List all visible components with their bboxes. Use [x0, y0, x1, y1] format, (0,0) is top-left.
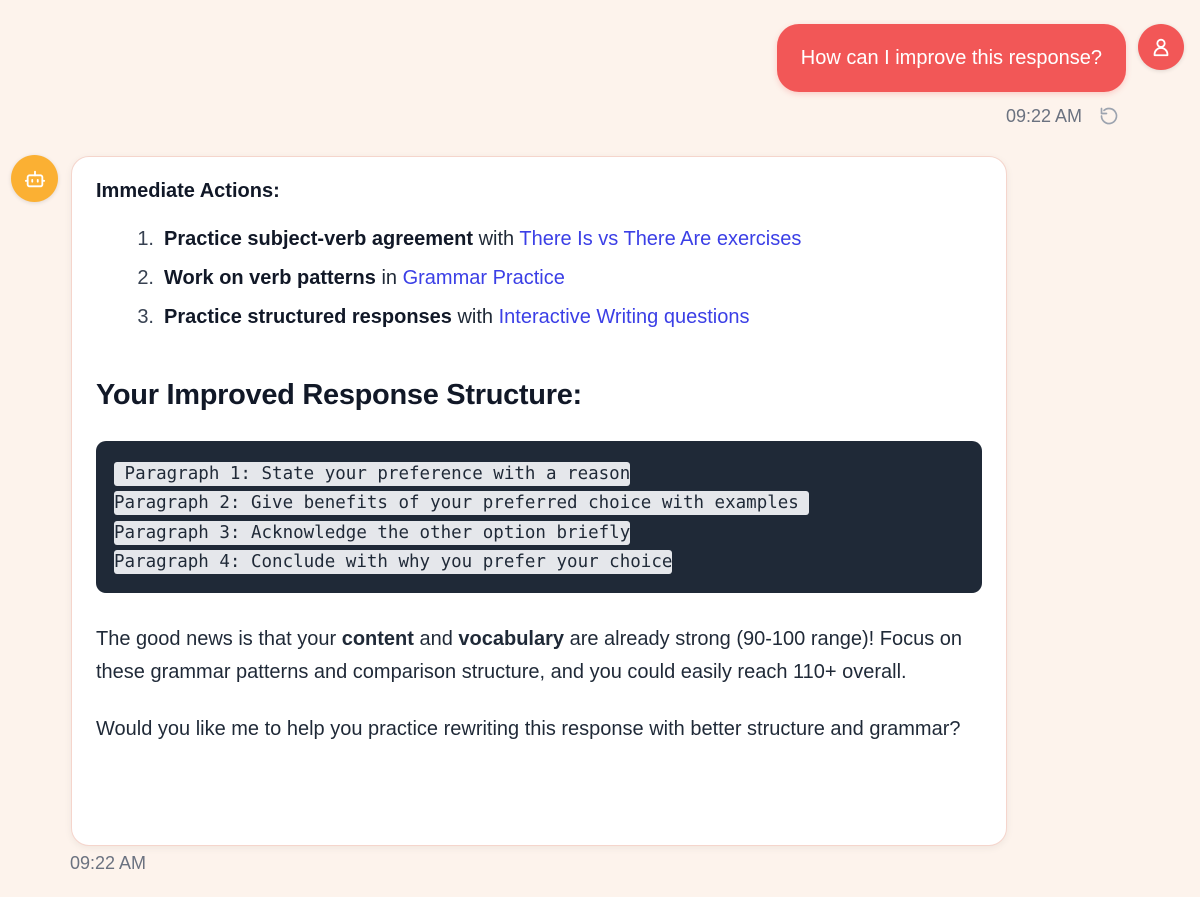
code-block: Paragraph 1: State your preference with … [96, 441, 982, 593]
content-emphasis: content [341, 628, 414, 650]
list-number: 2. [137, 267, 154, 289]
code-line: Paragraph 3: Acknowledge the other optio… [114, 520, 631, 545]
user-icon [1153, 38, 1169, 57]
action-connector: in [375, 267, 403, 289]
list-item: 3. Practice structured responses with In… [96, 303, 982, 331]
section-label: Immediate Actions: [96, 180, 280, 202]
bot-avatar [11, 155, 58, 202]
code-line: Paragraph 2: Give benefits of your prefe… [114, 491, 810, 516]
user-message-bubble: How can I improve this response? [776, 24, 1126, 92]
list-number: 1. [137, 228, 154, 250]
summary-paragraph: The good news is that your content and v… [96, 623, 982, 689]
user-message-row: How can I improve this response? [776, 24, 1184, 92]
action-list: 1. Practice subject-verb agreement with … [96, 225, 982, 331]
user-avatar [1138, 24, 1184, 70]
followup-question: Would you like me to help you practice r… [96, 718, 961, 740]
action-connector: with [451, 306, 499, 328]
exercise-link[interactable]: There Is vs There Are exercises [519, 228, 801, 250]
retry-icon[interactable] [1098, 105, 1120, 127]
grammar-practice-link[interactable]: Grammar Practice [403, 267, 565, 289]
bot-message-time: 09:22 AM [70, 853, 147, 873]
code-line: Paragraph 1: State your preference with … [114, 462, 631, 486]
vocabulary-emphasis: vocabulary [458, 628, 565, 650]
user-message-time: 09:22 AM [1005, 105, 1082, 126]
user-message-meta: 09:22 AM [1006, 105, 1120, 127]
list-number: 3. [137, 306, 154, 328]
action-title: Practice subject-verb agreement [164, 228, 474, 250]
chat-thread: How can I improve this response? 09:22 A… [0, 0, 1200, 897]
code-line: Paragraph 4: Conclude with why you prefe… [114, 549, 673, 574]
text-run: The good news is that your [96, 628, 342, 650]
action-title: Practice structured responses [164, 306, 452, 328]
action-title: Work on verb patterns [164, 267, 376, 289]
writing-questions-link[interactable]: Interactive Writing questions [499, 306, 750, 328]
action-connector: with [473, 228, 520, 250]
list-item: 1. Practice subject-verb agreement with … [96, 225, 982, 253]
list-item: 2. Work on verb patterns in Grammar Prac… [96, 264, 982, 292]
response-structure-heading: Your Improved Response Structure: [96, 379, 582, 411]
text-run: and [413, 628, 459, 650]
bot-message-card: Immediate Actions: 1. Practice subject-v… [71, 156, 1007, 846]
robot-icon [24, 170, 45, 187]
